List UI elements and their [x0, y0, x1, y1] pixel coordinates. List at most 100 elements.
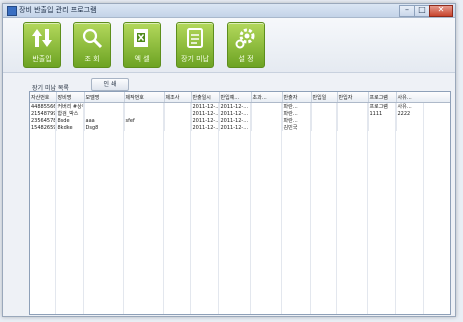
- table-cell: 2011-12-…: [191, 110, 220, 117]
- table-row[interactable]: 15482659 8kdke Dsg8 2011-12-… 2011-12-… …: [30, 124, 450, 131]
- search-magnifier-icon: [82, 28, 103, 49]
- table-cell: 2011-12-…: [219, 110, 252, 117]
- table-cell: [311, 110, 338, 117]
- table-cell: [311, 117, 338, 124]
- table-cell: [164, 117, 192, 124]
- overdue-button[interactable]: 장기 미납: [176, 22, 214, 68]
- close-button[interactable]: ✕: [429, 5, 453, 17]
- table-cell: 2011-12-…: [219, 117, 252, 124]
- table-cell: [84, 102, 125, 110]
- column-header[interactable]: 초과…: [251, 92, 283, 103]
- minimize-button[interactable]: –: [399, 5, 415, 17]
- overdue-grid[interactable]: 자산번호 장비명 모델명 제작번호 제조사 반출일시 반입예… 초과… 반출자 …: [29, 91, 451, 315]
- table-cell: [251, 102, 283, 110]
- transfer-label: 반출입: [32, 55, 52, 63]
- table-cell: 21548799: [30, 110, 57, 117]
- table-cell: 2011-12-…: [219, 102, 252, 110]
- table-cell: [124, 110, 165, 117]
- table-cell: 파란…: [282, 110, 312, 117]
- column-header[interactable]: 장비명: [56, 92, 85, 103]
- table-cell: [251, 117, 283, 124]
- table-cell: [337, 102, 369, 110]
- table-cell: [124, 124, 165, 131]
- column-header[interactable]: 프로그램: [368, 92, 397, 103]
- table-cell: [396, 117, 450, 124]
- column-header[interactable]: 반입일: [311, 92, 338, 103]
- title-bar[interactable]: 장비 반출입 관리 프로그램 – □ ✕: [3, 4, 455, 18]
- column-header[interactable]: 반출일시: [191, 92, 220, 103]
- notepad-icon: [187, 28, 203, 48]
- table-cell: aaa: [84, 117, 125, 124]
- window-title: 장비 반출입 관리 프로그램: [19, 6, 97, 14]
- app-window: 장비 반출입 관리 프로그램 – □ ✕ 반출입 조 회 엑 셀 장기 미납 설…: [2, 3, 456, 317]
- table-cell: 23564578: [30, 117, 57, 124]
- excel-label: 엑 셀: [134, 55, 150, 63]
- settings-button[interactable]: 설 정: [227, 22, 265, 68]
- table-cell: [368, 124, 397, 131]
- table-cell: [337, 124, 369, 131]
- table-cell: 8kdke: [56, 124, 85, 131]
- table-cell: 2222: [396, 110, 450, 117]
- column-header[interactable]: 제작번호: [124, 92, 165, 103]
- table-cell: [164, 102, 192, 110]
- table-cell: 2011-12-…: [219, 124, 252, 131]
- table-cell: [251, 110, 283, 117]
- grid-column-lines: [30, 103, 450, 314]
- table-cell: 파란…: [282, 117, 312, 124]
- lookup-label: 조 회: [84, 55, 100, 63]
- maximize-button[interactable]: □: [414, 5, 430, 17]
- table-cell: 2011-12-…: [191, 124, 220, 131]
- table-cell: [396, 124, 450, 131]
- lookup-button[interactable]: 조 회: [73, 22, 111, 68]
- excel-button[interactable]: 엑 셀: [123, 22, 161, 68]
- table-cell: 파란…: [282, 102, 312, 110]
- table-row[interactable]: 44885566 커버리 #상각대 2011-12-… 2011-12-… 파란…: [30, 102, 450, 110]
- excel-sheet-icon: [134, 29, 148, 47]
- table-row[interactable]: 23564578 8sde aaa sfef 2011-12-… 2011-12…: [30, 117, 450, 124]
- table-cell: 커버리 #상각대: [56, 102, 85, 110]
- column-header[interactable]: 반입자: [337, 92, 369, 103]
- table-cell: [368, 117, 397, 124]
- transfer-button[interactable]: 반출입: [23, 22, 61, 68]
- table-cell: Dsg8: [84, 124, 125, 131]
- table-cell: 김민국: [282, 124, 312, 131]
- table-cell: 사유…: [396, 102, 450, 110]
- column-header[interactable]: 모델명: [84, 92, 125, 103]
- table-cell: 44885566: [30, 102, 57, 110]
- table-cell: [164, 110, 192, 117]
- minimize-icon: –: [405, 5, 409, 14]
- table-cell: [337, 110, 369, 117]
- maximize-icon: □: [418, 5, 426, 14]
- overdue-table: 자산번호 장비명 모델명 제작번호 제조사 반출일시 반입예… 초과… 반출자 …: [30, 92, 450, 131]
- column-header[interactable]: 제조사: [164, 92, 192, 103]
- table-cell: 2011-12-…: [191, 117, 220, 124]
- table-cell: 15482659: [30, 124, 57, 131]
- overdue-label: 장기 미납: [181, 55, 209, 63]
- table-cell: 합검_박스: [56, 110, 85, 117]
- gear-icon: [235, 28, 255, 49]
- settings-label: 설 정: [238, 55, 254, 63]
- column-header[interactable]: 자산번호: [30, 92, 57, 103]
- table-cell: [84, 110, 125, 117]
- up-down-arrows-icon: [32, 29, 52, 47]
- table-cell: [311, 102, 338, 110]
- table-header-row: 자산번호 장비명 모델명 제작번호 제조사 반출일시 반입예… 초과… 반출자 …: [30, 92, 450, 103]
- table-cell: [251, 124, 283, 131]
- table-cell: 1111: [368, 110, 397, 117]
- column-header[interactable]: 사유…: [396, 92, 450, 103]
- table-cell: 8sde: [56, 117, 85, 124]
- table-row[interactable]: 21548799 합검_박스 2011-12-… 2011-12-… 파란… 1…: [30, 110, 450, 117]
- app-icon: [7, 6, 17, 16]
- main-toolbar: 반출입 조 회 엑 셀 장기 미납 설 정: [3, 18, 455, 73]
- table-cell: [311, 124, 338, 131]
- table-cell: [337, 117, 369, 124]
- table-cell: sfef: [124, 117, 165, 124]
- print-button[interactable]: 인 쇄: [91, 78, 129, 91]
- column-header[interactable]: 반입예…: [219, 92, 252, 103]
- close-icon: ✕: [437, 5, 445, 14]
- table-cell: [124, 102, 165, 110]
- table-cell: 프로그램: [368, 102, 397, 110]
- column-header[interactable]: 반출자: [282, 92, 312, 103]
- table-cell: 2011-12-…: [191, 102, 220, 110]
- table-cell: [164, 124, 192, 131]
